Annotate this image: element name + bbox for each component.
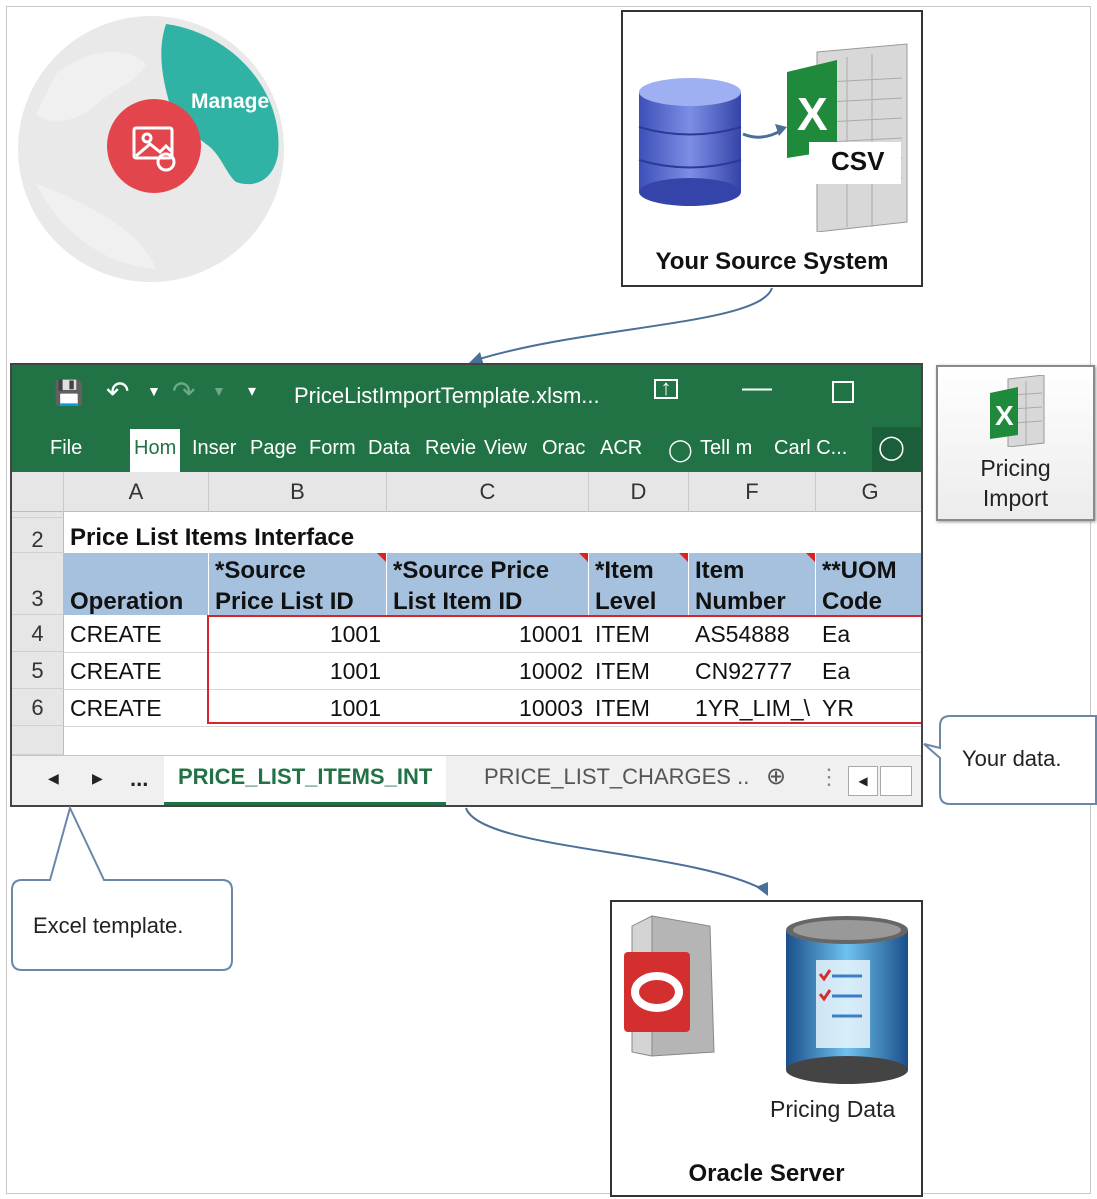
sheet-tab-price-list-charges[interactable]: PRICE_LIST_CHARGES ... (484, 764, 750, 790)
pricing-import-line1: Pricing (980, 455, 1051, 481)
svg-text:X: X (995, 400, 1014, 431)
header-source-price-list-item-id[interactable]: *Source Price List Item ID (387, 553, 589, 615)
row-header-7[interactable] (12, 726, 64, 755)
horizontal-scrollbar[interactable] (880, 766, 912, 796)
column-header-a[interactable]: A (64, 472, 209, 512)
gridline (64, 726, 921, 727)
cell-operation[interactable]: CREATE (70, 695, 162, 722)
header-operation[interactable]: Operation (64, 553, 209, 615)
undo-dropdown-icon[interactable]: ▼ (147, 383, 161, 399)
tab-data[interactable]: Data (368, 437, 410, 460)
row-header-2[interactable]: 2 (12, 518, 64, 553)
pricing-import-line2: Import (982, 485, 1049, 511)
comment-indicator (806, 553, 815, 562)
add-sheet-icon[interactable]: ⊕ (766, 762, 786, 791)
tell-me-search[interactable]: Tell m (700, 437, 752, 460)
oracle-server-title: Oracle Server (688, 1160, 845, 1187)
tab-split-handle[interactable]: ⋮ (818, 764, 840, 790)
oracle-server-icon (624, 915, 715, 1057)
comment-indicator (679, 553, 688, 562)
excel-ribbon: File Hom Inser Page Form Data Revie View… (12, 425, 921, 472)
excel-titlebar: 💾 ↶ ▼ ↷ ▼ ▾ PriceListImportTemplate.xlsm… (12, 365, 921, 425)
tab-page[interactable]: Page (250, 437, 297, 460)
row-header-4[interactable]: 4 (12, 615, 64, 652)
tab-view[interactable]: View (484, 437, 527, 460)
tab-file[interactable]: File (50, 437, 82, 460)
pricing-data-label: Pricing Data (770, 1096, 896, 1122)
sheet-tabs-bar: ◀ ▶ ... PRICE_LIST_ITEMS_INT PRICE_LIST_… (12, 755, 921, 805)
pricing-data-database-icon (786, 916, 908, 1084)
sheet-tab-price-list-items-int[interactable]: PRICE_LIST_ITEMS_INT (164, 756, 447, 805)
workbook-filename: PriceListImportTemplate.xlsm... (294, 383, 600, 408)
tab-review[interactable]: Revie (425, 437, 476, 460)
tab-acrobat[interactable]: ACR (600, 437, 642, 460)
excel-file-icon: X (990, 375, 1045, 447)
row-header-5[interactable]: 5 (12, 652, 64, 689)
undo-icon[interactable]: ↶ (106, 375, 129, 408)
share-person-icon[interactable]: ◯ (878, 433, 905, 462)
header-item-level[interactable]: *Item Level (589, 553, 689, 615)
header-item-number[interactable]: Item Number (689, 553, 816, 615)
arrow-excel-to-server (465, 807, 765, 891)
tab-oracle[interactable]: Orac (542, 437, 585, 460)
tab-home[interactable]: Hom (130, 429, 181, 472)
redo-icon[interactable]: ↷ (172, 375, 195, 408)
oracle-server-box: Pricing Data Oracle Server (610, 900, 923, 1197)
excel-template-callout: Excel template. (33, 913, 184, 938)
cell-operation[interactable]: CREATE (70, 621, 162, 648)
select-all-corner[interactable] (12, 472, 64, 512)
hscroll-left-button[interactable]: ◀ (848, 766, 878, 796)
your-data-callout: Your data. (962, 746, 1062, 771)
column-header-c[interactable]: C (387, 472, 589, 512)
comment-indicator (579, 553, 588, 562)
more-sheets[interactable]: ... (130, 766, 148, 792)
maximize-icon[interactable] (832, 381, 854, 403)
tab-formulas[interactable]: Form (309, 437, 356, 460)
arrow-source-to-excel (475, 287, 773, 361)
row-header-3[interactable]: 3 (12, 553, 64, 615)
column-header-f[interactable]: F (689, 472, 816, 512)
header-uom-code[interactable]: **UOM Code (816, 553, 921, 615)
save-icon[interactable]: 💾 (54, 379, 84, 408)
scroll-left-icon[interactable]: ◀ (48, 770, 59, 787)
your-data-highlight (207, 615, 921, 724)
ribbon-display-icon[interactable]: ↑ (654, 377, 678, 399)
column-header-d[interactable]: D (589, 472, 689, 512)
tab-insert[interactable]: Inser (192, 437, 236, 460)
pricing-import-button[interactable]: X Pricing Import (936, 365, 1095, 521)
minimize-icon[interactable]: — (742, 371, 772, 405)
customize-qat-icon[interactable]: ▾ (248, 381, 256, 401)
lightbulb-icon: ◯ (668, 437, 693, 462)
row-header-6[interactable]: 6 (12, 689, 64, 726)
column-header-g[interactable]: G (816, 472, 921, 512)
column-header-b[interactable]: B (209, 472, 387, 512)
excel-window: 💾 ↶ ▼ ↷ ▼ ▾ PriceListImportTemplate.xlsm… (10, 363, 923, 807)
scroll-right-icon[interactable]: ▶ (92, 770, 103, 787)
user-name[interactable]: Carl C... (774, 437, 847, 460)
redo-dropdown-icon[interactable]: ▼ (212, 383, 226, 399)
comment-indicator (377, 553, 386, 562)
cell-operation[interactable]: CREATE (70, 658, 162, 685)
excel-template-callout-shape (11, 806, 233, 971)
sheet-title-cell[interactable]: Price List Items Interface (70, 524, 354, 552)
header-source-price-list-id[interactable]: *Source Price List ID (209, 553, 387, 615)
